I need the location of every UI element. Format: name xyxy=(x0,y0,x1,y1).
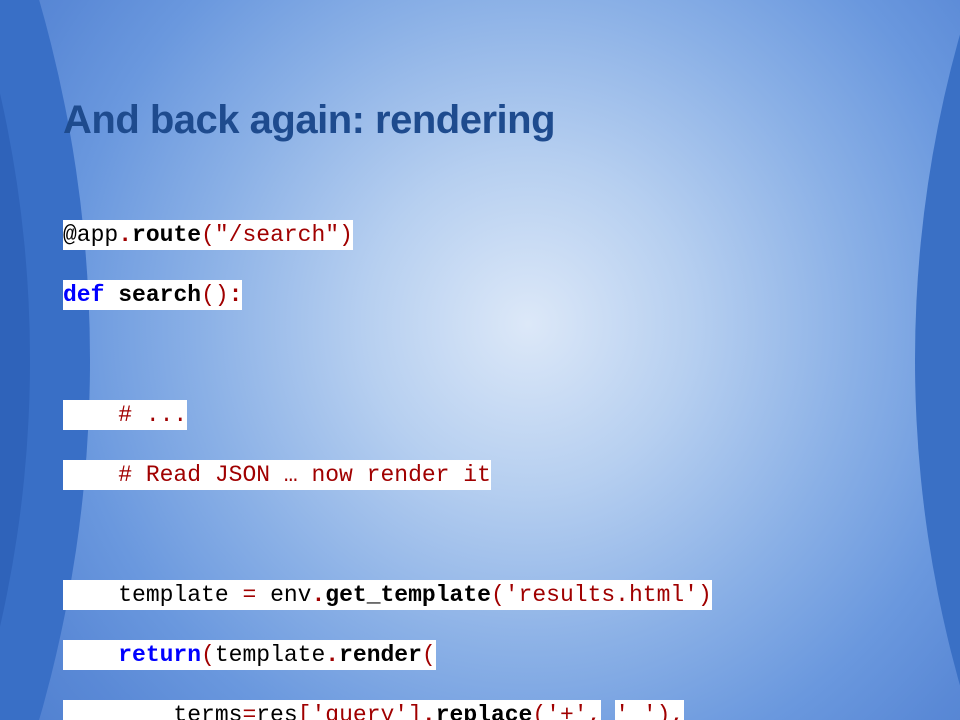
template-str: 'results.html' xyxy=(505,582,698,608)
bracket-close: ] xyxy=(408,702,422,720)
code-line-7: template = env.get_template('results.htm… xyxy=(63,580,712,610)
route-string: "/search" xyxy=(215,222,339,248)
comma: , xyxy=(588,702,602,720)
code-line-2: def search(): xyxy=(63,280,712,310)
env: env xyxy=(256,582,311,608)
code-line-1: @app.route("/search") xyxy=(63,220,712,250)
comment-2: # Read JSON … now render it xyxy=(118,462,491,488)
equals: = xyxy=(242,582,256,608)
dot: . xyxy=(118,222,132,248)
template-var: template xyxy=(215,642,325,668)
paren-close: ) xyxy=(339,222,353,248)
paren-open: ( xyxy=(201,642,215,668)
indent xyxy=(63,700,173,720)
code-line-9: terms=res['query'].replace('+', ' '), xyxy=(63,700,712,720)
space xyxy=(104,282,118,308)
slide: And back again: rendering @app.route("/s… xyxy=(0,0,960,720)
code-line-5: # Read JSON … now render it xyxy=(63,460,712,490)
decorator-app: @app xyxy=(63,222,118,248)
bracket-open: [ xyxy=(298,702,312,720)
replace-call: replace xyxy=(436,702,533,720)
code-block: @app.route("/search") def search(): # ..… xyxy=(63,190,712,720)
paren-open: ( xyxy=(532,702,546,720)
paren-close: ) xyxy=(698,582,712,608)
res: res xyxy=(256,702,297,720)
code-line-6-blank xyxy=(63,520,712,550)
code-line-4: # ... xyxy=(63,400,712,430)
paren-open-2: ( xyxy=(422,642,436,668)
comma2: , xyxy=(670,702,684,720)
equals: = xyxy=(242,702,256,720)
dot: . xyxy=(311,582,325,608)
render-call: render xyxy=(339,642,422,668)
paren-open: ( xyxy=(201,222,215,248)
parens: () xyxy=(201,282,229,308)
kw-terms: terms xyxy=(173,702,242,720)
var-template: template xyxy=(118,582,242,608)
func-name: search xyxy=(118,282,201,308)
get-template: get_template xyxy=(325,582,491,608)
comment-1: # ... xyxy=(118,402,187,428)
indent xyxy=(63,640,118,670)
slide-title: And back again: rendering xyxy=(63,98,555,143)
dot: . xyxy=(325,642,339,668)
colon: : xyxy=(229,282,243,308)
query-str: 'query' xyxy=(311,702,408,720)
str-plus: '+' xyxy=(546,702,587,720)
str-space: ' ' xyxy=(615,702,656,720)
indent xyxy=(63,400,118,430)
slide-content: And back again: rendering @app.route("/s… xyxy=(0,0,960,720)
code-line-8: return(template.render( xyxy=(63,640,712,670)
indent xyxy=(63,580,118,610)
gap xyxy=(601,702,615,720)
code-line-3-blank xyxy=(63,340,712,370)
indent xyxy=(63,460,118,490)
return-keyword: return xyxy=(118,642,201,668)
def-keyword: def xyxy=(63,282,104,308)
route-call: route xyxy=(132,222,201,248)
paren-close: ) xyxy=(657,702,671,720)
paren-open: ( xyxy=(491,582,505,608)
dot: . xyxy=(422,702,436,720)
